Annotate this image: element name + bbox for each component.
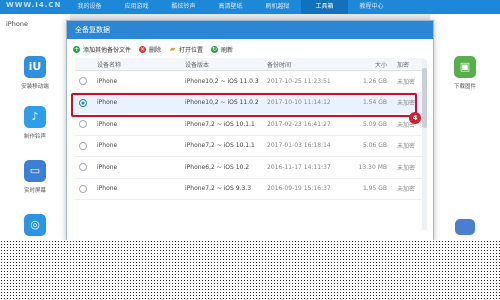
tab-ringtones[interactable]: 酷炫铃声 bbox=[160, 0, 207, 14]
tile-label: 制作铃声 bbox=[23, 134, 46, 140]
nav-tabs: 我的设备 应用游戏 酷炫铃声 高清壁纸 刷机越狱 工具箱 教程中心 bbox=[66, 0, 395, 14]
row-radio[interactable] bbox=[79, 184, 87, 193]
tile-live-screen[interactable]: ▭ 实时屏幕 bbox=[0, 160, 70, 194]
plus-icon: + bbox=[73, 45, 80, 53]
table-header: 设备名称 设备版本 备份时间 大小 加密 bbox=[75, 58, 425, 71]
tile-download-firmware[interactable]: ▣ 下载固件 bbox=[430, 56, 500, 90]
row-radio[interactable] bbox=[79, 120, 87, 129]
right-tools-panel: ▣ 下载固件 bbox=[430, 14, 500, 240]
table-row[interactable]: iPhone iPhone6,2 ~ iOS 10.2 2016-11-17 1… bbox=[75, 157, 425, 179]
folder-icon: ▰ bbox=[169, 44, 176, 53]
left-tools-panel: iPhone iU 安装移动端 ♪ 制作铃声 ▭ 实时屏幕 ◎ bbox=[0, 14, 70, 240]
top-nav-bar: WWW.I4.CN 我的设备 应用游戏 酷炫铃声 高清壁纸 刷机越狱 工具箱 教… bbox=[0, 0, 500, 14]
row-device-name: iPhone bbox=[97, 77, 118, 85]
row-size: 13.30 MB bbox=[358, 163, 387, 171]
row-size: 5.06 GB bbox=[362, 142, 387, 150]
tool-icon bbox=[455, 219, 475, 235]
delete-label: 删除 bbox=[149, 46, 162, 54]
tab-toolbox[interactable]: 工具箱 bbox=[301, 0, 348, 14]
refresh-icon: ↻ bbox=[211, 45, 219, 53]
row-encrypted: 未加密 bbox=[397, 78, 416, 86]
col-backup-time[interactable]: 备份时间 bbox=[267, 58, 291, 70]
device-name: iPhone bbox=[6, 20, 28, 28]
row-backup-time: 2016-11-17 14:11:37 bbox=[267, 163, 331, 171]
row-encrypted: 未加密 bbox=[397, 164, 416, 172]
row-size: 1.95 GB bbox=[362, 185, 387, 193]
tab-my-device[interactable]: 我的设备 bbox=[66, 0, 113, 14]
add-backup-label: 添加其他备份文件 bbox=[83, 46, 132, 54]
tile-label: 实时屏幕 bbox=[23, 188, 46, 194]
row-radio[interactable] bbox=[79, 77, 87, 86]
row-device-name: iPhone bbox=[97, 185, 118, 193]
table-row[interactable]: iPhone iPhone10,2 ~ iOS 11.0.3 2017-10-2… bbox=[75, 71, 425, 93]
row-device-version: iPhone7,2 ~ iOS 9.3.3 bbox=[185, 185, 252, 193]
refresh-label: 刷新 bbox=[221, 46, 234, 54]
refresh-button[interactable]: ↻ 刷新 bbox=[211, 45, 233, 54]
row-backup-time: 2017-10-25 11:23:51 bbox=[267, 77, 331, 85]
row-backup-time: 2016-09-19 15:16:37 bbox=[267, 185, 331, 193]
delete-button[interactable]: × 删除 bbox=[139, 45, 161, 54]
table-scrollbar[interactable] bbox=[422, 60, 427, 230]
table-row[interactable]: iPhone iPhone7,2 ~ iOS 9.3.3 2016-09-19 … bbox=[75, 179, 425, 200]
open-location-label: 打开位置 bbox=[179, 46, 204, 54]
tab-apps-games[interactable]: 应用游戏 bbox=[113, 0, 160, 14]
open-location-button[interactable]: ▰ 打开位置 bbox=[169, 45, 203, 54]
selection-highlight-box bbox=[71, 93, 417, 117]
tile-more[interactable] bbox=[430, 219, 500, 235]
tab-wallpapers[interactable]: 高清壁纸 bbox=[207, 0, 254, 14]
row-size: 1.26 GB bbox=[362, 77, 387, 85]
row-device-version: iPhone10,2 ~ iOS 11.0.3 bbox=[185, 77, 259, 85]
monitor-icon: ▭ bbox=[24, 160, 46, 182]
scrollbar-thumb[interactable] bbox=[422, 68, 427, 128]
add-backup-button[interactable]: + 添加其他备份文件 bbox=[73, 45, 131, 54]
row-encrypted: 未加密 bbox=[397, 143, 416, 151]
tile-label: 下载固件 bbox=[453, 84, 476, 90]
tab-tutorials[interactable]: 教程中心 bbox=[348, 0, 395, 14]
row-device-version: iPhone6,2 ~ iOS 10.2 bbox=[185, 163, 250, 171]
tile-label: 安装移动端 bbox=[21, 84, 49, 90]
col-device-version[interactable]: 设备版本 bbox=[185, 58, 209, 70]
col-size[interactable]: 大小 bbox=[351, 58, 387, 70]
dialog-title: 全备复数据 bbox=[67, 21, 433, 39]
row-device-name: iPhone bbox=[97, 120, 118, 128]
tile-compass[interactable]: ◎ bbox=[0, 214, 70, 236]
col-device-name[interactable]: 设备名称 bbox=[97, 58, 121, 70]
backup-table: 设备名称 设备版本 备份时间 大小 加密 iPhone iPhone10,2 ~… bbox=[75, 58, 425, 200]
restore-backup-dialog: 全备复数据 + 添加其他备份文件 × 删除 ▰ 打开位置 ↻ 刷新 设备名称 设… bbox=[66, 20, 434, 242]
i4-app-icon: iU bbox=[24, 56, 46, 78]
table-row[interactable]: iPhone iPhone7,2 ~ iOS 10.1.1 2017-01-03… bbox=[75, 136, 425, 157]
row-device-name: iPhone bbox=[97, 163, 118, 171]
row-encrypted: 未加密 bbox=[397, 186, 416, 194]
row-size: 5.09 GB bbox=[362, 120, 387, 128]
row-radio[interactable] bbox=[79, 163, 87, 172]
tile-install-mobile[interactable]: iU 安装移动端 bbox=[0, 56, 70, 90]
row-backup-time: 2017-02-23 16:41:27 bbox=[267, 120, 331, 128]
row-device-name: iPhone bbox=[97, 142, 118, 150]
table-row[interactable]: iPhone iPhone7,2 ~ iOS 10.1.1 2017-02-23… bbox=[75, 114, 425, 136]
app-logo: WWW.I4.CN bbox=[6, 1, 62, 9]
delete-icon: × bbox=[139, 45, 147, 53]
col-encrypted[interactable]: 加密 bbox=[397, 58, 409, 70]
compass-icon: ◎ bbox=[24, 214, 46, 236]
bell-icon: ♪ bbox=[24, 106, 46, 128]
step-badge: 4 bbox=[409, 112, 421, 124]
tab-flash-jailbreak[interactable]: 刷机越狱 bbox=[254, 0, 301, 14]
row-device-version: iPhone7,2 ~ iOS 10.1.1 bbox=[185, 142, 255, 150]
dither-overlay bbox=[0, 240, 500, 300]
box-icon: ▣ bbox=[454, 56, 476, 78]
row-radio[interactable] bbox=[79, 141, 87, 150]
tile-make-ringtone[interactable]: ♪ 制作铃声 bbox=[0, 106, 70, 140]
dialog-toolbar: + 添加其他备份文件 × 删除 ▰ 打开位置 ↻ 刷新 bbox=[67, 42, 433, 56]
row-backup-time: 2017-01-03 16:18:14 bbox=[267, 142, 331, 150]
row-device-version: iPhone7,2 ~ iOS 10.1.1 bbox=[185, 120, 255, 128]
